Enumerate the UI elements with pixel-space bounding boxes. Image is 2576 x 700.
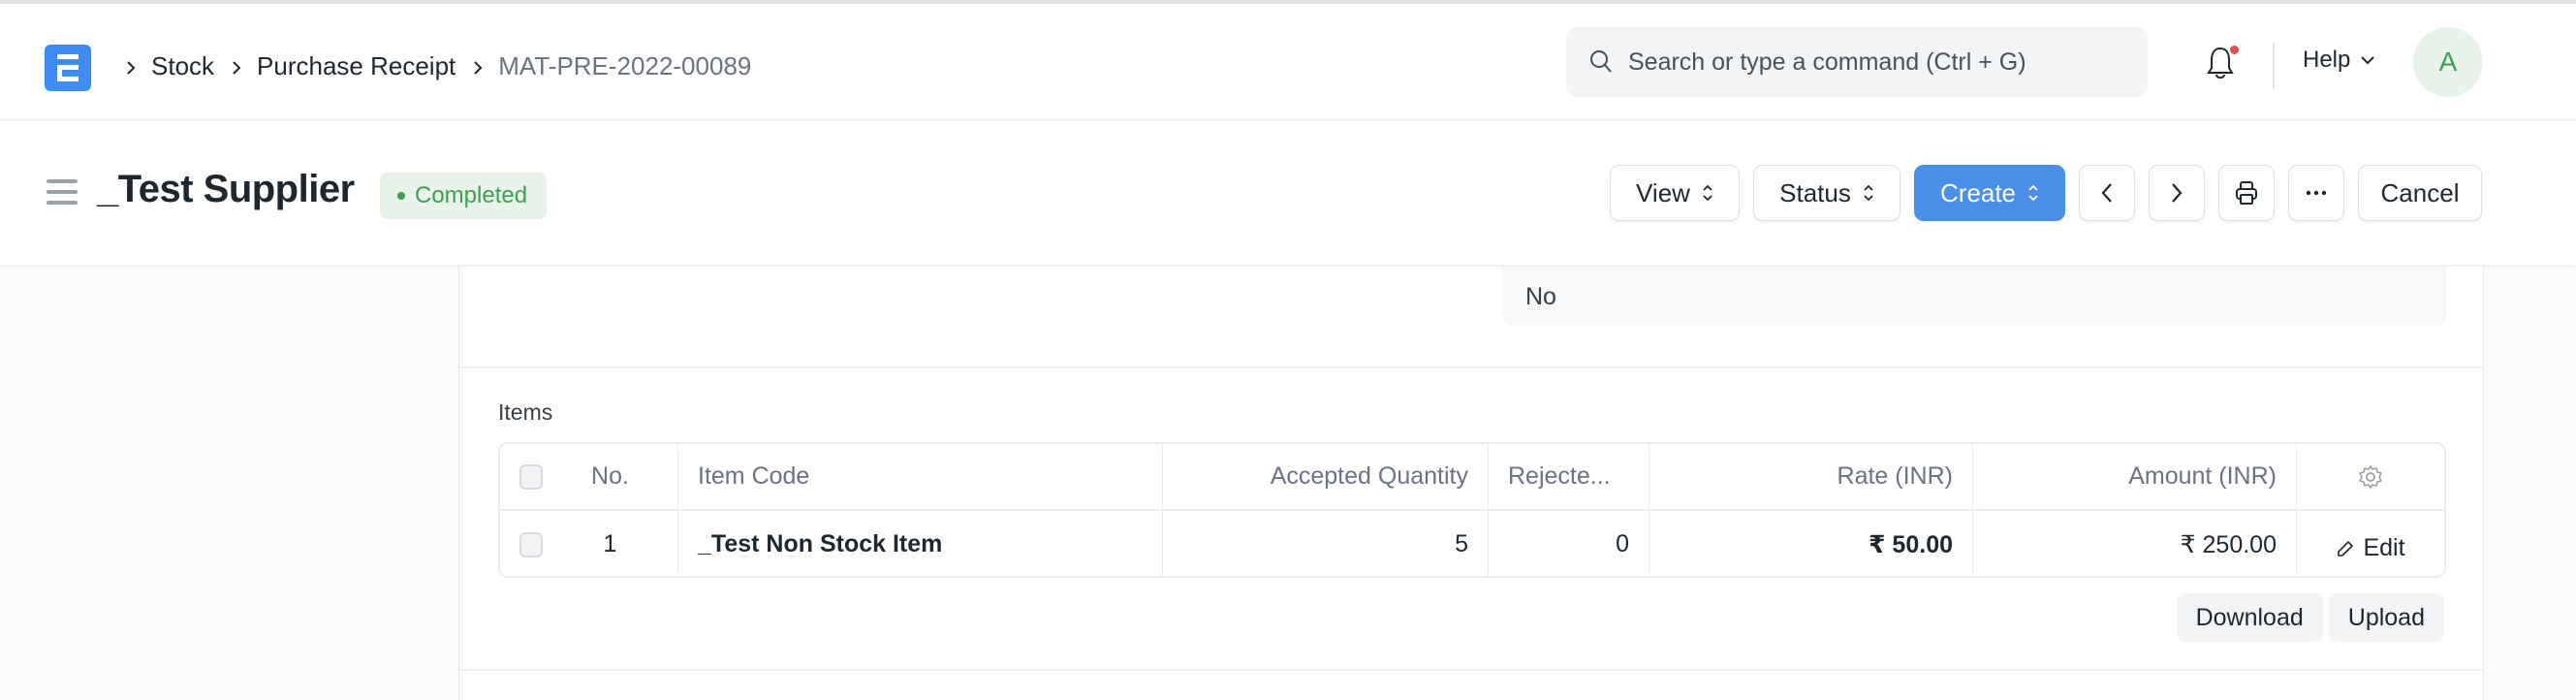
- status-label: Completed: [415, 182, 528, 208]
- row-rate[interactable]: ₹ 50.00: [1649, 511, 1973, 576]
- chevron-right-icon: [2172, 183, 2183, 203]
- select-arrows-icon: [1703, 184, 1712, 202]
- breadcrumb-stock[interactable]: Stock: [151, 51, 214, 81]
- row-item-code[interactable]: _Test Non Stock Item: [678, 511, 1163, 576]
- row-rejected-quantity[interactable]: 0: [1489, 511, 1649, 576]
- header-select-all: [500, 444, 543, 509]
- help-label: Help: [2303, 47, 2351, 73]
- navbar: Stock Purchase Receipt MAT-PRE-2022-0008…: [0, 4, 2576, 120]
- chevron-down-icon: [2361, 56, 2375, 65]
- upload-button[interactable]: Upload: [2328, 593, 2444, 642]
- printer-icon: [2236, 181, 2257, 205]
- next-document-button[interactable]: [2149, 165, 2205, 221]
- pencil-icon: [2338, 540, 2354, 557]
- help-dropdown[interactable]: Help: [2303, 47, 2375, 74]
- column-rejected-quantity: Rejecte...: [1489, 444, 1649, 509]
- more-options-button[interactable]: [2288, 165, 2344, 221]
- page-header: _Test Supplier Completed View Status Cre…: [0, 121, 2576, 265]
- chevron-right-icon: [116, 51, 145, 81]
- column-rate: Rate (INR): [1649, 444, 1973, 509]
- ellipsis-icon: [2306, 190, 2327, 196]
- table-row[interactable]: 1 _Test Non Stock Item 5 0 ₹ 50.00 ₹ 250…: [500, 511, 2444, 576]
- select-arrows-icon: [1864, 184, 1873, 202]
- notification-dot: [2230, 46, 2239, 54]
- column-amount: Amount (INR): [1973, 444, 2297, 509]
- sidebar-toggle-icon[interactable]: [47, 179, 78, 205]
- column-item-code: Item Code: [678, 444, 1163, 509]
- status-dot: [397, 192, 405, 200]
- breadcrumb-purchase-receipt[interactable]: Purchase Receipt: [257, 51, 456, 81]
- row-no: 1: [543, 511, 678, 576]
- user-avatar[interactable]: A: [2413, 27, 2483, 97]
- cancel-button[interactable]: Cancel: [2358, 165, 2482, 221]
- app-logo[interactable]: [45, 45, 91, 91]
- status-badge: Completed: [380, 173, 548, 219]
- create-button[interactable]: Create: [1914, 165, 2065, 221]
- row-accepted-quantity[interactable]: 5: [1163, 511, 1489, 576]
- column-accepted-quantity: Accepted Quantity: [1163, 444, 1489, 509]
- erpnext-logo-icon: [57, 54, 79, 81]
- select-arrows-icon: [2028, 184, 2038, 202]
- column-no: No.: [543, 444, 678, 509]
- edit-label: Edit: [2363, 534, 2405, 561]
- navbar-divider: [2273, 43, 2275, 89]
- create-label: Create: [1939, 177, 2017, 207]
- download-button[interactable]: Download: [2176, 593, 2323, 642]
- table-header: No. Item Code Accepted Quantity Rejecte.…: [500, 444, 2444, 511]
- page-title: _Test Supplier: [97, 168, 355, 210]
- print-button[interactable]: [2218, 165, 2275, 221]
- section-divider: [459, 366, 2483, 368]
- form-layout: No Items No. Item Code Accepted Quantity…: [458, 266, 2484, 700]
- previous-document-button[interactable]: [2079, 165, 2135, 221]
- chevron-right-icon: [222, 51, 251, 81]
- status-menu-label: Status: [1779, 177, 1851, 207]
- notifications-button[interactable]: [2206, 45, 2241, 83]
- breadcrumb-current-document[interactable]: MAT-PRE-2022-00089: [498, 51, 751, 81]
- grid-actions: Download Upload: [2176, 593, 2444, 642]
- chevron-right-icon: [463, 51, 492, 81]
- select-all-checkbox[interactable]: [519, 463, 543, 490]
- gear-icon: [2359, 464, 2382, 489]
- breadcrumb: Stock Purchase Receipt MAT-PRE-2022-0008…: [116, 47, 759, 85]
- readonly-field-value: No: [1502, 266, 2446, 326]
- search-icon: [1590, 50, 1612, 73]
- search-input[interactable]: Search or type a command (Ctrl + G): [1566, 27, 2148, 97]
- view-label: View: [1636, 177, 1690, 207]
- column-settings[interactable]: [2297, 444, 2444, 509]
- row-amount: ₹ 250.00: [1973, 511, 2297, 576]
- row-checkbox[interactable]: [519, 531, 543, 557]
- search-placeholder: Search or type a command (Ctrl + G): [1628, 48, 2026, 76]
- row-edit-cell: Edit: [2297, 511, 2444, 576]
- row-select: [500, 511, 543, 576]
- page-actions: View Status Create Cancel: [1610, 165, 2482, 221]
- section-divider: [459, 669, 2483, 671]
- items-table: No. Item Code Accepted Quantity Rejecte.…: [498, 442, 2446, 578]
- items-label: Items: [498, 399, 553, 425]
- status-button[interactable]: Status: [1753, 165, 1901, 221]
- view-button[interactable]: View: [1610, 165, 1740, 221]
- chevron-left-icon: [2101, 183, 2112, 203]
- row-edit-button[interactable]: Edit: [2336, 534, 2405, 562]
